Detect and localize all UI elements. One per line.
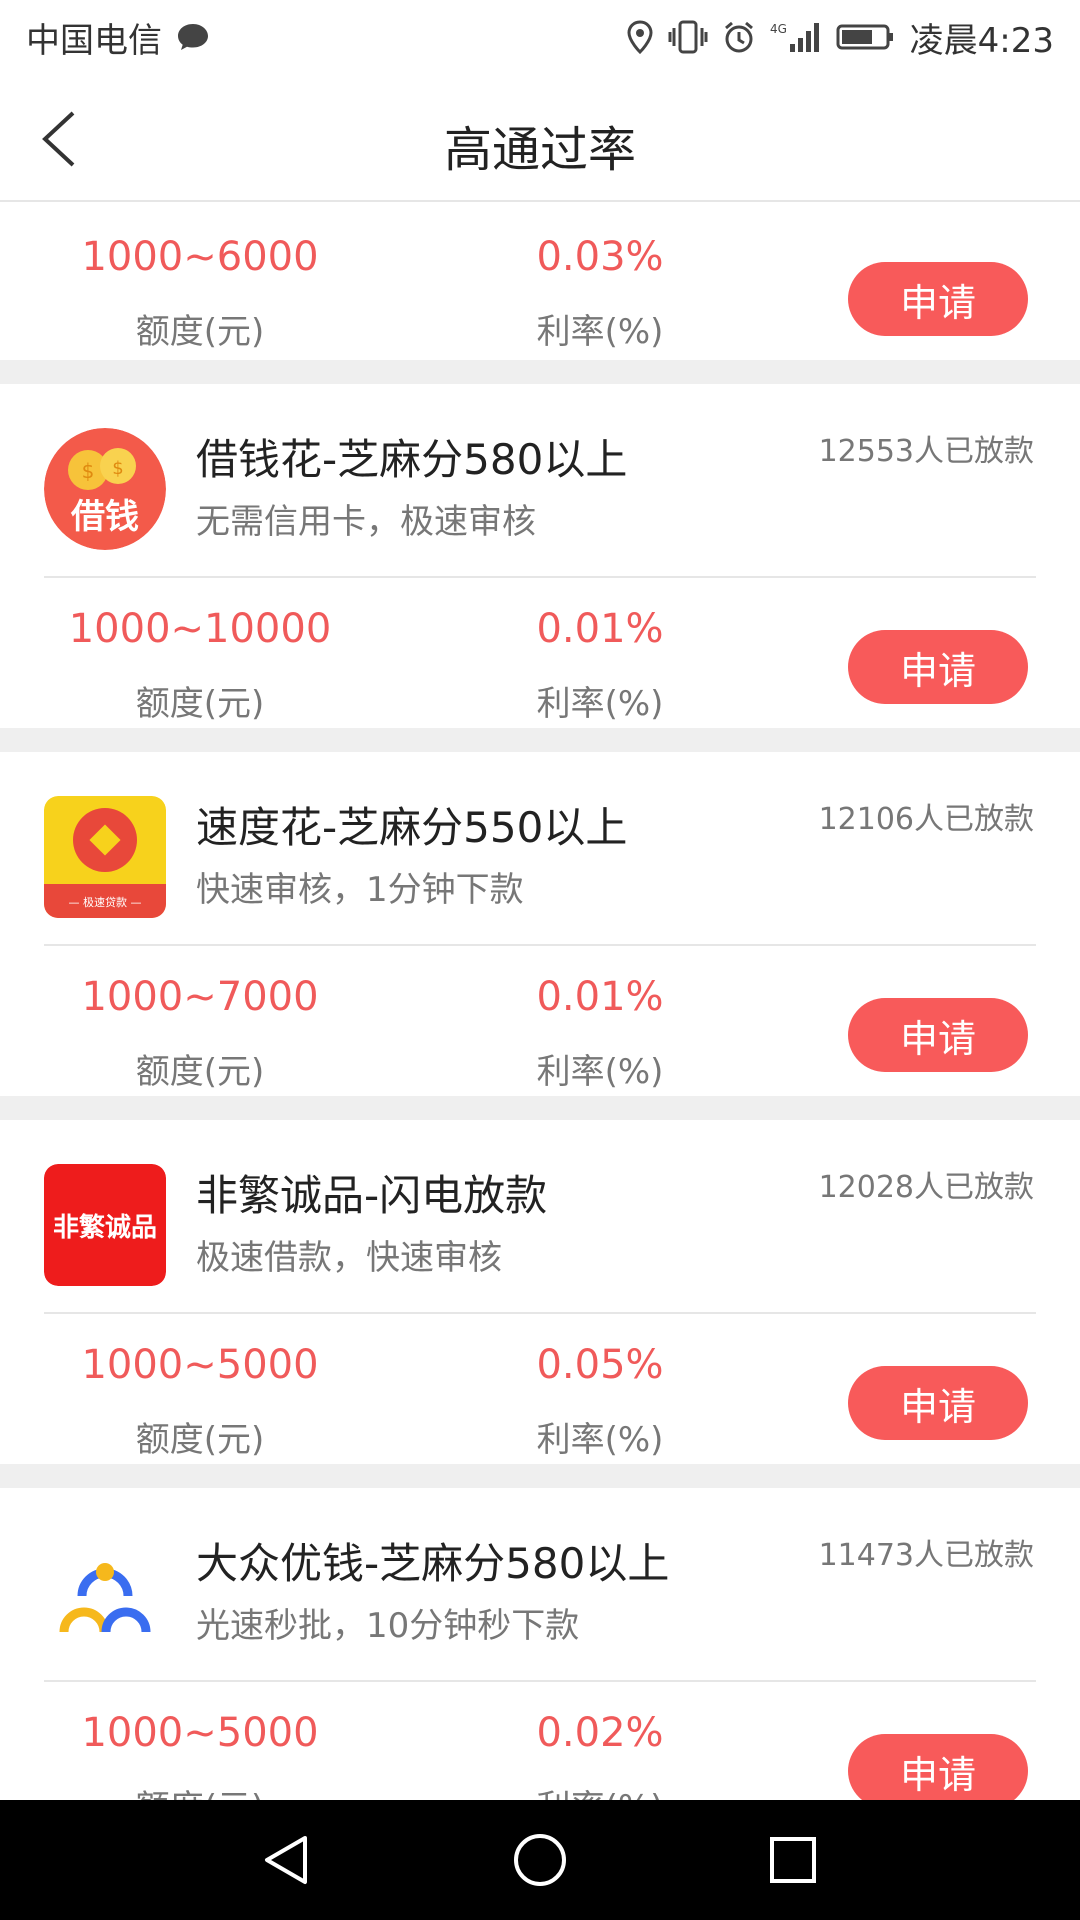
- status-bar: 中国电信 4G 凌晨4:23: [0, 0, 1080, 74]
- card-header[interactable]: $ $ 借钱 借钱花-芝麻分580以上 无需信用卡，极速审核 12553人已放款: [0, 384, 1080, 564]
- rate-label: 利率(%): [536, 1052, 664, 1092]
- card-header[interactable]: — 极速贷款 — 速度花-芝麻分550以上 快速审核，1分钟下款 12106人已…: [0, 752, 1080, 932]
- loan-card-partial: 1000~6000 额度(元) 0.03% 利率(%) 申请: [0, 204, 1080, 360]
- app-logo-suduhua: — 极速贷款 —: [44, 796, 166, 918]
- amount-value: 1000~5000: [81, 1342, 319, 1388]
- lent-count: 12553人已放款: [818, 434, 1034, 469]
- logo-text: 借钱: [70, 497, 139, 537]
- apply-button[interactable]: 申请: [848, 1366, 1028, 1440]
- rate-label: 利率(%): [536, 1420, 664, 1460]
- amount-value: 1000~7000: [81, 974, 319, 1020]
- app-description: 快速审核，1分钟下款: [196, 870, 524, 910]
- nav-recents-button[interactable]: [748, 1815, 838, 1905]
- card-footer: 1000~6000 额度(元) 0.03% 利率(%) 申请: [0, 210, 1080, 360]
- logo-text: — 极速贷款 —: [69, 895, 142, 909]
- card-footer: 1000~5000 额度(元) 0.02% 利率(%) 申请: [0, 1682, 1080, 1800]
- circle-home-icon: [513, 1834, 566, 1886]
- rate-value: 0.05%: [536, 1342, 664, 1388]
- rate-label: 利率(%): [480, 1780, 720, 1800]
- amount-value: 1000~5000: [81, 1710, 319, 1756]
- app-logo-feifanchengpin: 非繁诚品: [44, 1164, 166, 1286]
- loan-card: — 极速贷款 — 速度花-芝麻分550以上 快速审核，1分钟下款 12106人已…: [0, 752, 1080, 1096]
- amount-label: 额度(元): [135, 1420, 265, 1460]
- amount-label: 额度(元): [40, 1780, 360, 1800]
- amount-label: 额度(元): [135, 312, 265, 352]
- page-title: 高通过率: [443, 122, 636, 178]
- lent-count: 12106人已放款: [818, 802, 1034, 837]
- svg-text:$: $: [82, 459, 95, 483]
- apply-button[interactable]: 申请: [848, 998, 1028, 1072]
- triangle-back-icon: [264, 1836, 307, 1884]
- rate-value: 0.02%: [536, 1710, 664, 1756]
- section-gap: [0, 360, 1080, 384]
- clock-label: 凌晨4:23: [909, 20, 1054, 61]
- location-icon: [626, 20, 654, 54]
- section-gap: [0, 1464, 1080, 1488]
- card-footer: 1000~5000 额度(元) 0.05% 利率(%) 申请: [0, 1314, 1080, 1464]
- rate-value: 0.01%: [536, 974, 664, 1020]
- rate-label: 利率(%): [536, 312, 664, 352]
- vibrate-icon: [668, 20, 708, 54]
- status-right: 4G 凌晨4:23: [626, 13, 1054, 62]
- amount-value: 1000~6000: [81, 234, 319, 280]
- section-gap: [0, 1096, 1080, 1120]
- loan-list[interactable]: 1000~6000 额度(元) 0.03% 利率(%) 申请 $ $ 借钱 借钱…: [0, 204, 1080, 1800]
- lent-count: 12028人已放款: [818, 1170, 1034, 1205]
- alarm-icon: [722, 20, 756, 54]
- battery-icon: [836, 22, 896, 52]
- amount-label: 额度(元): [135, 1052, 265, 1092]
- amount-label: 额度(元): [135, 684, 265, 724]
- app-logo-jieqianhua: $ $ 借钱: [44, 428, 166, 550]
- loan-card: $ $ 借钱 借钱花-芝麻分580以上 无需信用卡，极速审核 12553人已放款…: [0, 384, 1080, 728]
- card-footer: 1000~10000 额度(元) 0.01% 利率(%) 申请: [0, 578, 1080, 728]
- apply-button[interactable]: 申请: [848, 1734, 1028, 1800]
- card-header[interactable]: 非繁诚品 非繁诚品-闪电放款 极速借款，快速审核 12028人已放款: [0, 1120, 1080, 1300]
- app-description: 无需信用卡，极速审核: [196, 502, 536, 542]
- nav-home-button[interactable]: [495, 1815, 585, 1905]
- app-name: 借钱花-芝麻分580以上: [196, 435, 628, 484]
- app-name: 大众优钱-芝麻分580以上: [196, 1539, 670, 1588]
- carrier-label: 中国电信: [26, 20, 162, 61]
- apply-button[interactable]: 申请: [848, 630, 1028, 704]
- app-description: 极速借款，快速审核: [196, 1238, 502, 1278]
- card-header[interactable]: 大众优钱-芝麻分580以上 光速秒批，10分钟秒下款 11473人已放款: [0, 1488, 1080, 1668]
- title-bar: 高通过率: [0, 74, 1080, 202]
- app-name: 非繁诚品-闪电放款: [196, 1171, 548, 1220]
- rate-label: 利率(%): [536, 684, 664, 724]
- app-root: 中国电信 4G 凌晨4:23 高通过率 1000~6000 额度(元) 0.03…: [0, 0, 1080, 1920]
- app-logo-dazhongyouqian: [44, 1532, 166, 1654]
- message-icon: [176, 22, 210, 52]
- status-left: 中国电信: [26, 13, 210, 62]
- logo-text: 非繁诚品: [53, 1212, 157, 1243]
- lent-count: 11473人已放款: [818, 1538, 1034, 1573]
- app-name: 速度花-芝麻分550以上: [196, 803, 628, 852]
- apply-button[interactable]: 申请: [848, 262, 1028, 336]
- loan-card: 大众优钱-芝麻分580以上 光速秒批，10分钟秒下款 11473人已放款 100…: [0, 1488, 1080, 1800]
- amount-value: 1000~10000: [68, 606, 332, 652]
- signal-icon: 4G: [770, 20, 822, 54]
- square-recents-icon: [770, 1837, 817, 1883]
- card-footer: 1000~7000 额度(元) 0.01% 利率(%) 申请: [0, 946, 1080, 1096]
- app-description: 光速秒批，10分钟秒下款: [196, 1606, 580, 1646]
- loan-card: 非繁诚品 非繁诚品-闪电放款 极速借款，快速审核 12028人已放款 1000~…: [0, 1120, 1080, 1464]
- rate-value: 0.01%: [536, 606, 664, 652]
- svg-text:4G: 4G: [770, 22, 787, 36]
- section-gap: [0, 728, 1080, 752]
- svg-text:$: $: [112, 458, 123, 479]
- system-nav-bar: [0, 1800, 1080, 1920]
- rate-value: 0.03%: [536, 234, 664, 280]
- nav-back-button[interactable]: [242, 1815, 332, 1905]
